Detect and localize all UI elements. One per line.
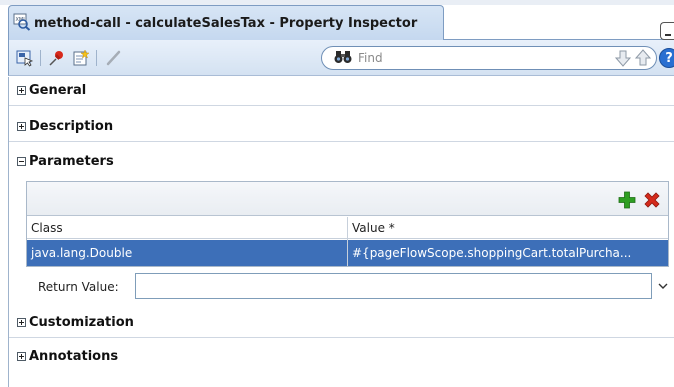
expand-icon[interactable] [17,85,26,95]
toolbar-separator [96,50,97,66]
find-next-arrow-down-icon[interactable] [614,49,632,67]
window-title: method-call - calculateSalesTax - Proper… [34,15,418,31]
toolbar-separator [40,50,41,66]
expand-icon[interactable] [17,351,26,361]
delete-parameter-icon[interactable] [643,191,661,209]
find-input[interactable] [358,51,578,65]
section-general[interactable]: General [9,78,674,106]
section-annotations[interactable]: Annotations [9,344,674,368]
section-parameters-label: Parameters [29,153,114,169]
inspector-panel: General Description Parameters Class Val… [8,77,674,387]
property-inspector-icon: XML [13,13,31,34]
section-customization-label: Customization [29,314,134,330]
column-header-class[interactable]: Class [27,217,347,239]
property-inspector-tab[interactable]: XML method-call - calculateSalesTax - Pr… [8,5,444,40]
minimize-button[interactable] [660,22,674,40]
return-value-field[interactable] [135,273,652,299]
collapse-icon[interactable] [17,156,26,166]
section-customization[interactable]: Customization [9,310,674,338]
find-previous-arrow-up-icon[interactable] [634,49,652,67]
expand-icon[interactable] [17,317,26,327]
help-button[interactable]: ? [659,48,674,68]
return-value-label: Return Value: [38,280,119,294]
table-row-value-cell[interactable]: #{pageFlowScope.shoppingCart.totalPurcha… [348,240,668,266]
select-node-icon[interactable] [15,48,35,68]
find-field[interactable] [321,46,657,70]
column-header-value[interactable]: Value * [348,217,668,239]
add-parameter-icon[interactable] [618,191,636,209]
section-description-label: Description [29,118,114,134]
pin-icon[interactable] [47,48,67,68]
expand-icon[interactable] [17,121,26,131]
table-row-class-cell[interactable]: java.lang.Double [27,240,347,266]
section-general-label: General [29,82,87,98]
section-parameters[interactable]: Parameters [9,149,674,173]
parameters-table: Class Value * java.lang.Double #{pageFlo… [26,181,669,267]
parameters-table-toolbar [27,182,668,216]
binoculars-icon [334,50,352,67]
section-annotations-label: Annotations [29,348,119,364]
new-editor-icon[interactable] [71,48,91,68]
edit-pencil-icon[interactable] [103,48,123,68]
section-description[interactable]: Description [9,114,674,142]
chevron-down-icon[interactable] [655,277,671,295]
inspector-toolbar: ? [8,40,674,76]
